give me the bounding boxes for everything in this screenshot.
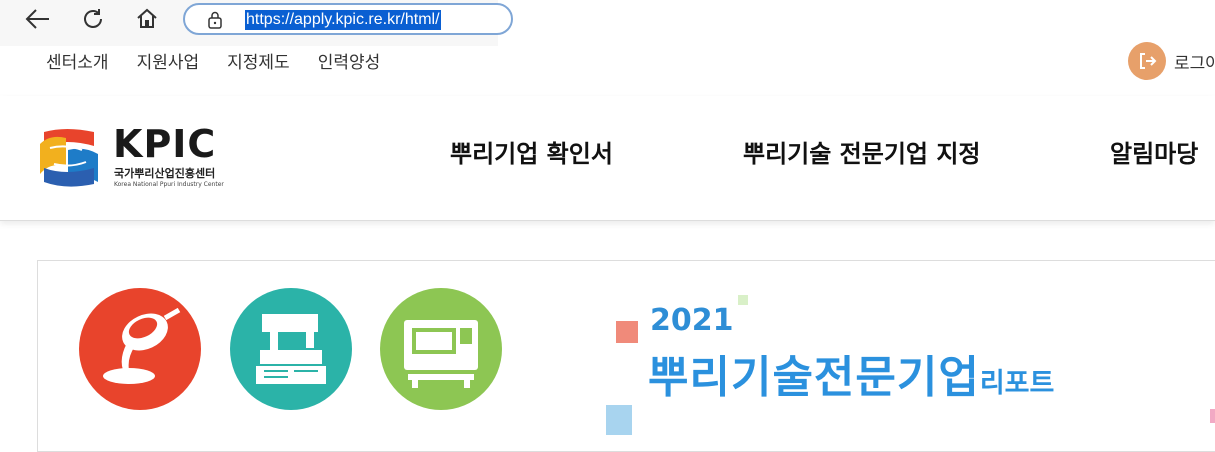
util-item-support[interactable]: 지원사업 bbox=[137, 48, 200, 73]
back-arrow-icon[interactable] bbox=[23, 4, 53, 34]
util-item-center-intro[interactable]: 센터소개 bbox=[46, 48, 109, 73]
report-year: 2021 bbox=[650, 303, 734, 338]
cnc-lathe-icon bbox=[380, 288, 502, 410]
lock-icon[interactable] bbox=[207, 11, 223, 33]
logo-korean-name: 국가뿌리산업진흥센터 bbox=[114, 167, 216, 180]
site-logo[interactable]: KPIC 국가뿌리산업진흥센터 Korea National Ppuri Ind… bbox=[36, 124, 246, 194]
report-title-main: 뿌리기술전문기업 bbox=[648, 352, 980, 403]
machine-icon bbox=[230, 288, 352, 410]
login-button[interactable]: 로그아 bbox=[1128, 42, 1215, 80]
logo-wordmark: KPIC bbox=[113, 122, 217, 166]
decor-square-green bbox=[738, 295, 748, 305]
browser-toolbar: https://apply.kpic.re.kr/html/ bbox=[0, 0, 513, 46]
nav-item-notice[interactable]: 알림마당 bbox=[1110, 134, 1198, 169]
decor-square-red bbox=[616, 321, 638, 343]
decor-square-pink bbox=[1210, 409, 1215, 423]
util-item-designation[interactable]: 지정제도 bbox=[227, 48, 290, 73]
home-icon[interactable] bbox=[132, 4, 162, 34]
site-header: KPIC 국가뿌리산업진흥센터 Korea National Ppuri Ind… bbox=[0, 96, 1215, 221]
nav-item-tech-designation[interactable]: 뿌리기술 전문기업 지정 bbox=[743, 134, 981, 169]
pouring-ladle-icon bbox=[79, 288, 201, 410]
refresh-icon[interactable] bbox=[78, 4, 108, 34]
logout-icon bbox=[1128, 42, 1166, 80]
utility-menu: 센터소개 지원사업 지정제도 인력양성 bbox=[46, 48, 380, 73]
address-bar[interactable]: https://apply.kpic.re.kr/html/ bbox=[183, 3, 513, 35]
nav-item-ppuri-confirmation[interactable]: 뿌리기업 확인서 bbox=[450, 134, 613, 169]
report-title: 뿌리기술전문기업리포트 bbox=[648, 341, 1054, 405]
decor-square-blue bbox=[606, 405, 632, 435]
main-banner[interactable]: 2021 뿌리기술전문기업리포트 bbox=[37, 260, 1215, 452]
url-text[interactable]: https://apply.kpic.re.kr/html/ bbox=[245, 10, 441, 30]
logo-english-name: Korea National Ppuri Industry Center bbox=[114, 181, 224, 188]
logo-emblem-icon bbox=[40, 129, 98, 187]
login-label: 로그아 bbox=[1174, 53, 1215, 74]
util-item-training[interactable]: 인력양성 bbox=[318, 48, 381, 73]
report-title-sub: 리포트 bbox=[979, 368, 1055, 399]
